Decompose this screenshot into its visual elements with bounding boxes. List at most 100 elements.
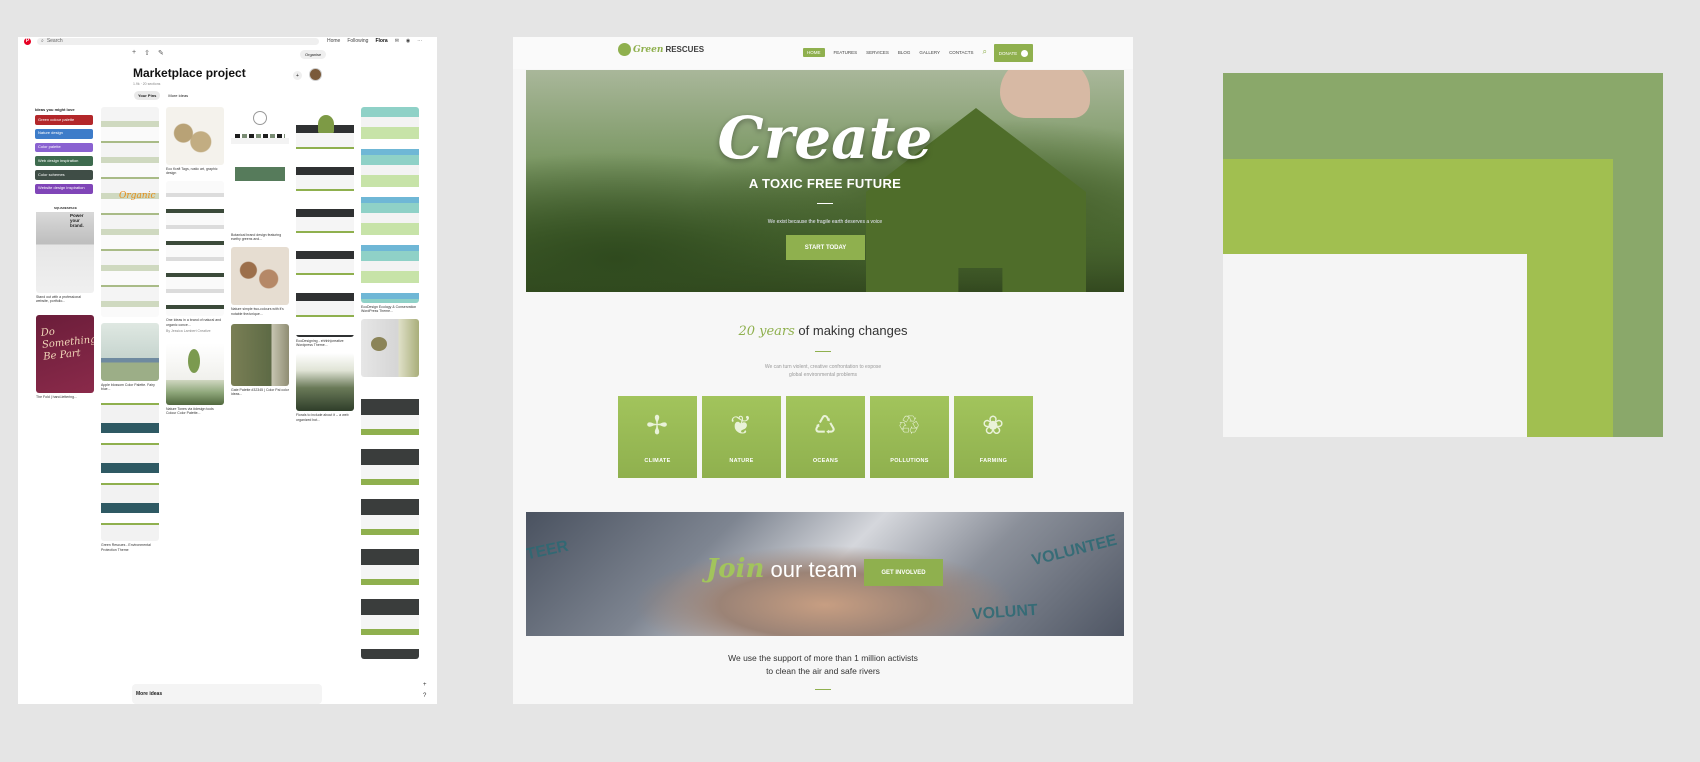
card-farming[interactable]: ❀ FARMING <box>954 396 1033 478</box>
nav-profile[interactable]: Flora <box>375 38 387 44</box>
get-involved-button[interactable]: GET INVOLVED <box>864 559 943 586</box>
pin-organic-layout[interactable] <box>166 181 224 317</box>
pin-caption: Nature Tones via #design tools Colour Co… <box>166 406 214 416</box>
pin-botanical-brand[interactable] <box>231 107 289 231</box>
donate-button[interactable]: DONATE <box>994 44 1033 62</box>
chip-web-design-inspiration[interactable]: Web design inspiration <box>35 156 93 167</box>
green-rescues-website: Green RESCUES HOME FEATURES SERVICES BLO… <box>513 37 1133 704</box>
pin-eco-tags[interactable] <box>166 107 224 165</box>
nav-home[interactable]: Home <box>327 38 340 44</box>
pin-apple-blossom[interactable] <box>101 323 159 381</box>
leaf-icon: ❦ <box>730 409 752 440</box>
pin-long-layout[interactable] <box>361 385 419 660</box>
help-float-button[interactable]: ? <box>423 693 426 699</box>
menu-home[interactable]: HOME <box>803 47 825 57</box>
organise-button[interactable]: Organise <box>300 50 327 59</box>
pin-green-rescues[interactable] <box>101 393 159 542</box>
pin-ecodesigns[interactable] <box>296 107 354 337</box>
avatar[interactable] <box>309 68 322 81</box>
support-divider <box>815 689 831 690</box>
notification-icon[interactable]: ◉ <box>406 38 410 44</box>
ideas-label: Ideas you might love <box>35 107 75 112</box>
search-icon[interactable]: ⌕ <box>982 47 986 57</box>
site-logo[interactable]: Green RESCUES <box>618 43 704 56</box>
share-icon[interactable]: ⇧ <box>144 49 150 57</box>
join-script: Join <box>706 554 765 584</box>
pin-house-entrance[interactable] <box>296 353 354 412</box>
pin-web-layout[interactable]: Organic <box>101 107 159 317</box>
more-ideas-bar[interactable]: More ideas <box>132 684 322 704</box>
color-swatch <box>1223 73 1663 437</box>
pin-nature-simple[interactable] <box>231 247 289 306</box>
menu-features[interactable]: FEATURES <box>834 50 858 55</box>
globe-icon <box>618 43 631 56</box>
pin-ecodesign-theme[interactable] <box>361 107 419 303</box>
pin-column-4: Botanical brand design featuring earthy … <box>231 107 289 396</box>
recycle-bag-icon: ♲ <box>897 409 921 440</box>
pin-squarespace[interactable]: SQUARESPACE Power your brand. <box>36 205 94 293</box>
card-oceans[interactable]: ♺ OCEANS <box>786 396 865 478</box>
logo-green: Green <box>633 44 664 55</box>
edit-icon[interactable]: ✎ <box>158 49 164 57</box>
volunteer-shirt-text: VOLUNT <box>971 601 1039 624</box>
volunteer-shirt-text: TEER <box>526 537 570 564</box>
tab-more-ideas[interactable]: More ideas <box>164 91 192 100</box>
main-menu: HOME FEATURES SERVICES BLOG GALLERY CONT… <box>803 47 987 57</box>
card-nature[interactable]: ❦ NATURE <box>702 396 781 478</box>
card-climate[interactable]: ✢ CLIMATE <box>618 396 697 478</box>
card-label: OCEANS <box>812 458 839 464</box>
pin-caption: Stand out with a professional website, p… <box>36 295 81 304</box>
join-heading: Join our team <box>706 554 857 584</box>
add-icon[interactable]: + <box>132 49 136 57</box>
more-ideas-label: More ideas <box>136 691 163 697</box>
pin-caption: One Ideas in a brand of natural and orga… <box>166 318 222 327</box>
pin-bird-palette[interactable] <box>361 319 419 378</box>
chip-color-palette[interactable]: Color palette <box>35 142 93 153</box>
chip-color-schemes[interactable]: Color schemes <box>35 170 93 180</box>
water-drop-icon: ♺ <box>813 409 837 440</box>
pin-hand-lettering[interactable]: Do Something Be Part <box>36 315 94 394</box>
search-input[interactable]: ⌕ Search <box>37 37 319 45</box>
pin-caption: EcoDesign Ecology & Conservation WordPre… <box>361 305 417 314</box>
chip-nature-design[interactable]: Nature design <box>35 128 93 139</box>
swatch-light <box>1223 254 1527 437</box>
card-label: FARMING <box>979 458 1008 464</box>
nav-following[interactable]: Following <box>347 38 368 44</box>
ideas-panel: Ideas you might love Green colour palett… <box>35 107 95 198</box>
chip-website-design-inspiration[interactable]: Website design inspiration <box>35 183 93 194</box>
menu-blog[interactable]: BLOG <box>898 50 911 55</box>
message-icon[interactable]: ✉ <box>395 38 399 44</box>
volunteer-shirt-text: VOLUNTEE <box>1030 531 1119 570</box>
tab-your-pins[interactable]: Your Pins <box>134 91 161 100</box>
start-today-button[interactable]: START TODAY <box>786 235 865 260</box>
chip-green-colour-palette[interactable]: Green colour palette <box>35 115 93 125</box>
board-title: Marketplace project <box>133 66 246 80</box>
years-heading: 20 years of making changes <box>513 323 1133 339</box>
more-icon[interactable]: ⋯ <box>417 38 422 44</box>
menu-gallery[interactable]: GALLERY <box>919 50 940 55</box>
pin-caption: Botanical brand design featuring earthy … <box>231 233 282 242</box>
hero-script-title: Create <box>717 104 933 172</box>
add-collaborator-icon[interactable]: + <box>293 71 302 80</box>
board-tools: + ⇧ ✎ <box>132 49 164 57</box>
menu-services[interactable]: SERVICES <box>866 50 889 55</box>
add-float-button[interactable]: + <box>423 682 427 688</box>
card-pollutions[interactable]: ♲ POLLUTIONS <box>870 396 949 478</box>
pin-nature-tones[interactable] <box>166 342 224 405</box>
donate-circle-icon <box>1021 49 1029 57</box>
pin-caption: Eco Kraft Tags, rustic art, graphic desi… <box>166 167 218 176</box>
support-line-1: We use the support of more than 1 millio… <box>728 653 918 663</box>
years-description-line-1: We can turn violent, creative confrontat… <box>764 364 882 370</box>
pinterest-logo-icon[interactable]: P <box>24 37 31 45</box>
pin-caption: Gate Palette #32345 | Color Pal color id… <box>231 387 289 396</box>
search-icon: ⌕ <box>41 38 44 44</box>
join-rest: our team <box>764 557 858 582</box>
cause-cards: ✢ CLIMATE ❦ NATURE ♺ OCEANS ♲ POLLUTIONS… <box>618 396 1033 478</box>
pin-column-5: EcoDesigning - ehhhh|creative Wordpress … <box>296 107 354 422</box>
hero-heading: A TOXIC FREE FUTURE <box>748 176 902 191</box>
years-divider <box>815 351 831 352</box>
board-meta: 1.9k · 20 sections <box>133 82 161 86</box>
top-nav: Home Following Flora ✉ ◉ ⋯ <box>327 38 422 44</box>
pin-gate-palette[interactable] <box>231 323 289 386</box>
menu-contacts[interactable]: CONTACTS <box>949 50 973 55</box>
